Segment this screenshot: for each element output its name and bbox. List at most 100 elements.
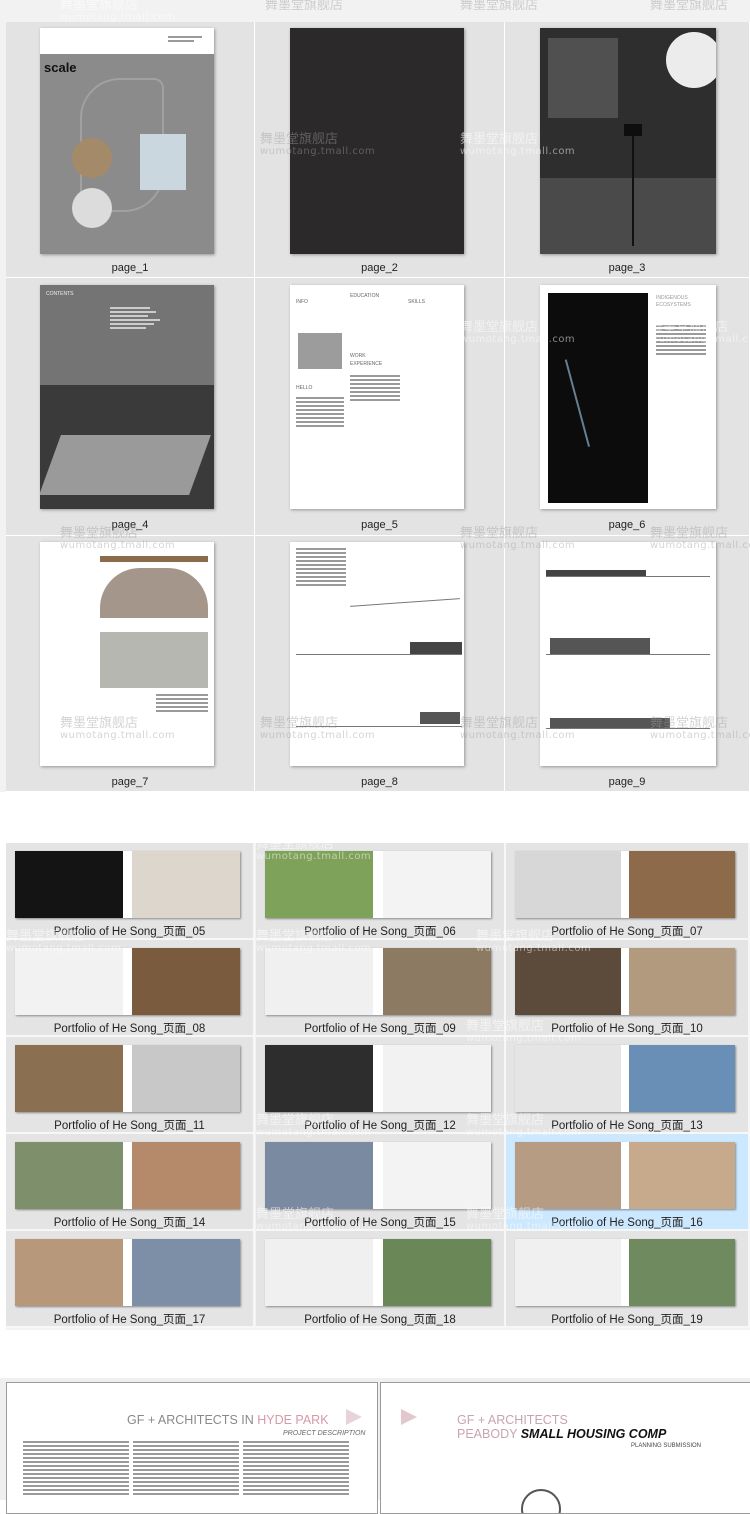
thumbnail-item[interactable]: Portfolio of He Song_页面_05 bbox=[6, 843, 255, 940]
page-item[interactable]: INDIGENOUS ECOSYSTEMS page_6 bbox=[505, 278, 750, 536]
page-label: page_9 bbox=[608, 776, 646, 788]
page-thumbnail bbox=[540, 28, 716, 254]
thumbnail-item[interactable]: Portfolio of He Song_页面_17 bbox=[6, 1231, 255, 1328]
thumbnail-item[interactable]: Portfolio of He Song_页面_08 bbox=[6, 940, 255, 1037]
thumbnail-label: Portfolio of He Song_页面_06 bbox=[304, 926, 456, 938]
thumbnail-image bbox=[15, 1045, 240, 1112]
page-thumbnail: CONTENTS bbox=[40, 285, 214, 509]
thumbnail-image bbox=[15, 1239, 240, 1306]
page-label: page_6 bbox=[608, 519, 646, 531]
page5-education: EDUCATION bbox=[350, 293, 380, 299]
page-thumbnail: scale bbox=[40, 28, 214, 254]
watermark: 舞墨堂旗舰店 bbox=[460, 0, 539, 13]
thumbnail-image bbox=[515, 1045, 735, 1112]
page5-experience: EXPERIENCE bbox=[350, 361, 383, 367]
page6-subtitle: ECOSYSTEMS bbox=[656, 302, 691, 308]
page-thumbnail bbox=[40, 542, 214, 766]
doc-subtitle: PROJECT DESCRIPTION bbox=[283, 1430, 366, 1437]
thumbnail-label: Portfolio of He Song_页面_17 bbox=[53, 1314, 206, 1326]
thumbnail-label: Portfolio of He Song_页面_18 bbox=[304, 1314, 456, 1326]
page-item[interactable]: scale page_1 bbox=[6, 22, 255, 278]
page-item[interactable]: CONTENTS page_4 bbox=[6, 278, 255, 536]
doc-subtitle: PLANNING SUBMISSION bbox=[631, 1443, 702, 1449]
page-thumbnail: INDIGENOUS ECOSYSTEMS bbox=[540, 285, 716, 509]
page-label: page_4 bbox=[111, 519, 149, 531]
thumbnail-item[interactable]: Portfolio of He Song_页面_15 bbox=[256, 1134, 506, 1231]
thumbnail-image bbox=[15, 948, 240, 1015]
page-label: page_8 bbox=[361, 776, 398, 788]
thumbnail-item[interactable]: Portfolio of He Song_页面_18 bbox=[256, 1231, 506, 1328]
page-label: page_1 bbox=[111, 262, 149, 274]
thumbnail-grid: Portfolio of He Song_页面_05 Portfolio of H… bbox=[6, 838, 750, 1330]
page5-skills: SKILLS bbox=[408, 299, 425, 305]
thumbnail-label: Portfolio of He Song_页面_19 bbox=[551, 1314, 703, 1326]
page-item[interactable]: page_3 bbox=[505, 22, 750, 278]
page-thumbnail: INFO EDUCATION SKILLS WORK EXPERIENCE HE… bbox=[290, 285, 464, 509]
page-thumbnail bbox=[290, 28, 464, 254]
page-item[interactable]: page_2 bbox=[255, 22, 505, 278]
doc-title-line1: GF + ARCHITECTS bbox=[457, 1413, 568, 1427]
page1-title: scale bbox=[44, 60, 77, 75]
page6-title: INDIGENOUS bbox=[656, 295, 688, 301]
doc-title-highlight: HYDE PARK bbox=[257, 1413, 329, 1427]
thumbnail-image bbox=[15, 1142, 240, 1209]
watermark: 舞墨堂旗舰店wumotang.tmall.com bbox=[60, 0, 176, 23]
thumbnail-image bbox=[265, 1239, 491, 1306]
thumbnail-image bbox=[515, 1142, 735, 1209]
thumbnail-item[interactable]: Portfolio of He Song_页面_10 bbox=[506, 940, 750, 1037]
thumbnail-item[interactable]: Portfolio of He Song_页面_12 bbox=[256, 1037, 506, 1134]
thumbnail-label: Portfolio of He Song_页面_12 bbox=[304, 1120, 456, 1132]
thumbnail-item[interactable]: Portfolio of He Song_页面_19 bbox=[506, 1231, 750, 1328]
thumbnail-label: Portfolio of He Song_页面_14 bbox=[53, 1217, 206, 1229]
thumbnail-image bbox=[515, 948, 735, 1015]
document-preview-peabody[interactable]: GF + ARCHITECTS PEABODY SMALL HOUSING CO… bbox=[380, 1382, 750, 1514]
thumbnail-label: Portfolio of He Song_页面_11 bbox=[54, 1120, 205, 1132]
thumbnail-label: Portfolio of He Song_页面_15 bbox=[304, 1217, 456, 1229]
thumbnail-label: Portfolio of He Song_页面_05 bbox=[53, 926, 206, 938]
page-item[interactable]: INFO EDUCATION SKILLS WORK EXPERIENCE HE… bbox=[255, 278, 505, 536]
page-item[interactable]: page_8 bbox=[255, 536, 505, 792]
page-label: page_5 bbox=[361, 519, 398, 531]
page-item[interactable]: page_9 bbox=[505, 536, 750, 792]
thumbnail-item[interactable]: Portfolio of He Song_页面_09 bbox=[256, 940, 506, 1037]
thumbnail-item[interactable]: Portfolio of He Song_页面_13 bbox=[506, 1037, 750, 1134]
thumbnail-image bbox=[515, 1239, 735, 1306]
thumbnail-label: Portfolio of He Song_页面_10 bbox=[551, 1023, 703, 1035]
page-grid: scale page_1 page_2 page_3 CONTENTS page… bbox=[0, 0, 750, 792]
thumbnail-label: Portfolio of He Song_页面_16 bbox=[551, 1217, 703, 1229]
watermark: 舞墨堂旗舰店 bbox=[650, 0, 729, 13]
thumbnail-label: Portfolio of He Song_页面_07 bbox=[551, 926, 703, 938]
thumbnail-item[interactable]: Portfolio of He Song_页面_06 bbox=[256, 843, 506, 940]
doc-title-part: PEABODY bbox=[457, 1427, 521, 1441]
doc-title-highlight: SMALL HOUSING COMP bbox=[520, 1427, 667, 1441]
page5-work: WORK bbox=[350, 353, 366, 359]
thumbnail-label: Portfolio of He Song_页面_08 bbox=[53, 1023, 206, 1035]
document-preview-hyde-park[interactable]: GF + ARCHITECTS IN HYDE PARK PROJECT DES… bbox=[6, 1382, 378, 1514]
page-label: page_3 bbox=[608, 262, 646, 274]
page-thumbnail bbox=[540, 542, 716, 766]
thumbnail-item[interactable]: Portfolio of He Song_页面_16 bbox=[506, 1134, 750, 1231]
thumbnail-image bbox=[265, 948, 491, 1015]
thumbnail-label: Portfolio of He Song_页面_09 bbox=[304, 1023, 456, 1035]
page5-hello: HELLO bbox=[296, 385, 313, 391]
thumbnail-item[interactable]: Portfolio of He Song_页面_11 bbox=[6, 1037, 255, 1134]
thumbnail-label: Portfolio of He Song_页面_13 bbox=[551, 1120, 703, 1132]
thumbnail-image bbox=[265, 1142, 491, 1209]
document-previews: GF + ARCHITECTS IN HYDE PARK PROJECT DES… bbox=[0, 1378, 750, 1514]
thumbnail-item[interactable]: Portfolio of He Song_页面_07 bbox=[506, 843, 750, 940]
page-item[interactable]: page_7 bbox=[6, 536, 255, 792]
page4-contents: CONTENTS bbox=[46, 291, 74, 297]
page5-info: INFO bbox=[296, 299, 308, 305]
thumbnail-image bbox=[265, 1045, 491, 1112]
thumbnail-image bbox=[15, 851, 240, 918]
doc-title-part: GF + ARCHITECTS IN bbox=[127, 1413, 258, 1427]
arrow-icon bbox=[401, 1409, 417, 1425]
watermark: 舞墨堂旗舰店 bbox=[265, 0, 344, 13]
thumbnail-image bbox=[515, 851, 735, 918]
page-label: page_2 bbox=[361, 262, 398, 274]
arrow-icon bbox=[346, 1409, 362, 1425]
page-thumbnail bbox=[290, 542, 464, 766]
thumbnail-image bbox=[265, 851, 491, 918]
page-label: page_7 bbox=[111, 776, 149, 788]
thumbnail-item[interactable]: Portfolio of He Song_页面_14 bbox=[6, 1134, 255, 1231]
